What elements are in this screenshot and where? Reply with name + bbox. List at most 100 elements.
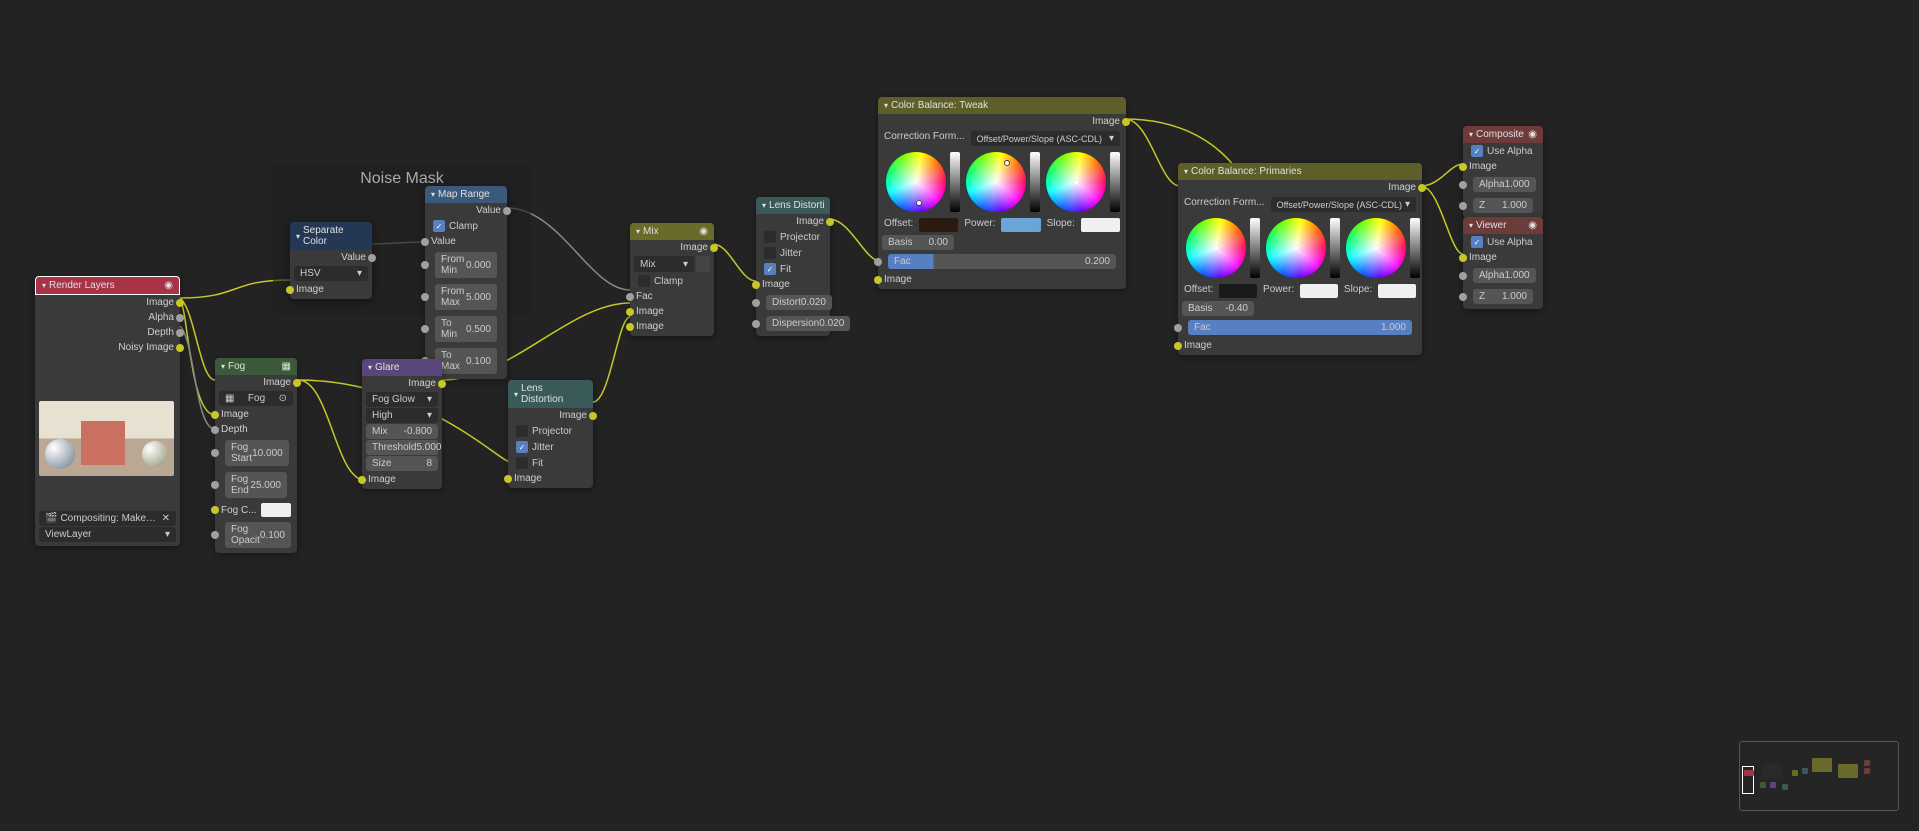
fac-slider[interactable]: Fac1.000 [1188,320,1412,335]
socket-out-noisy[interactable] [176,344,184,352]
socket-in-z[interactable] [1459,202,1467,210]
shield-icon[interactable]: ⊙ [279,393,287,404]
slope-swatch[interactable] [1081,218,1120,232]
socket-out-alpha[interactable] [176,314,184,322]
viewlayer-dropdown[interactable]: ViewLayer▾ [39,527,176,542]
socket-in-value[interactable] [421,238,429,246]
fit-checkbox[interactable]: Fit [756,261,830,277]
mix-field[interactable]: Mix-0.800 [366,424,438,439]
jitter-checkbox[interactable]: Jitter [508,439,593,455]
socket-in-fogcolor[interactable] [211,506,219,514]
slope-value-slider[interactable] [1410,218,1420,278]
socket-in-image[interactable] [1459,254,1467,262]
from-max-field[interactable]: From Max5.000 [435,284,497,310]
fog-opacity-field[interactable]: Fog Opacit0.100 [225,522,291,548]
socket-in-frommax[interactable] [421,293,429,301]
node-composite[interactable]: ▾Composite◉ Use Alpha Image Alpha1.000 Z… [1463,126,1543,218]
projector-checkbox[interactable]: Projector [756,229,830,245]
use-alpha-checkbox[interactable]: Use Alpha [1463,143,1543,159]
power-value-slider[interactable] [1030,152,1040,212]
mix-mode-dropdown[interactable]: Mix▾ [634,256,694,272]
socket-in-image[interactable] [358,476,366,484]
socket-out-image[interactable] [710,244,718,252]
slope-value-slider[interactable] [1110,152,1120,212]
socket-in-image[interactable] [286,286,294,294]
threshold-field[interactable]: Threshold5.000 [366,440,438,455]
formula-dropdown[interactable]: Offset/Power/Slope (ASC-CDL)▾ [971,131,1120,146]
slope-swatch[interactable] [1378,284,1416,298]
socket-in-image[interactable] [874,276,882,284]
power-value-slider[interactable] [1330,218,1340,278]
slope-color-wheel[interactable] [1346,218,1406,278]
fog-start-field[interactable]: Fog Start10.000 [225,440,289,466]
socket-out-image[interactable] [826,218,834,226]
node-lens-distortion-1[interactable]: ▾Lens Distortion Image Projector Jitter … [508,380,593,488]
socket-out-image[interactable] [293,379,301,387]
dispersion-field[interactable]: Dispersion0.020 [766,316,850,331]
socket-in-fac[interactable] [626,293,634,301]
to-max-field[interactable]: To Max0.100 [435,348,497,374]
fog-end-field[interactable]: Fog End25.000 [225,472,287,498]
clamp-checkbox[interactable]: Clamp [425,218,507,234]
node-color-balance-tweak[interactable]: ▾Color Balance: Tweak Image Correction F… [878,97,1126,289]
socket-in-fac[interactable] [874,258,882,266]
socket-in-image[interactable] [504,475,512,483]
offset-value-slider[interactable] [1250,218,1260,278]
socket-in-image[interactable] [1459,163,1467,171]
socket-out-image[interactable] [1418,184,1426,192]
basis-field[interactable]: Basis0.00 [882,235,954,250]
power-swatch[interactable] [1300,284,1338,298]
close-icon[interactable]: ✕ [162,513,170,524]
offset-color-wheel[interactable] [1186,218,1246,278]
glare-quality-dropdown[interactable]: High▾ [366,408,438,423]
distort-field[interactable]: Distort0.020 [766,295,832,310]
fog-color-swatch[interactable] [261,503,291,517]
socket-out-value[interactable] [368,254,376,262]
socket-in-image2[interactable] [626,323,634,331]
power-swatch[interactable] [1001,218,1040,232]
alpha-field[interactable]: Alpha1.000 [1473,177,1536,192]
offset-swatch[interactable] [1219,284,1257,298]
socket-in-fac[interactable] [1174,324,1182,332]
projector-checkbox[interactable]: Projector [508,423,593,439]
node-lens-distortion-2[interactable]: ▾Lens Distortion Image Projector Jitter … [756,197,830,336]
socket-in-fogstart[interactable] [211,449,219,457]
power-color-wheel[interactable] [966,152,1026,212]
z-field[interactable]: Z1.000 [1473,198,1533,213]
socket-in-image[interactable] [1174,342,1182,350]
socket-in-image1[interactable] [626,308,634,316]
mode-dropdown[interactable]: HSV▾ [294,266,368,281]
node-render-layers[interactable]: ▾Render Layers◉ Image Alpha Depth Noisy … [35,276,180,546]
socket-in-alpha[interactable] [1459,181,1467,189]
socket-in-frommin[interactable] [421,261,429,269]
node-glare[interactable]: ▾Glare Image Fog Glow▾ High▾ Mix-0.800 T… [362,359,442,489]
socket-in-fogend[interactable] [211,481,219,489]
socket-in-z[interactable] [1459,293,1467,301]
socket-out-value[interactable] [503,207,511,215]
to-min-field[interactable]: To Min0.500 [435,316,497,342]
node-map-range[interactable]: ▾Map Range Value Clamp Value From Min0.0… [425,186,507,379]
offset-color-wheel[interactable] [886,152,946,212]
socket-out-image[interactable] [438,380,446,388]
jitter-checkbox[interactable]: Jitter [756,245,830,261]
minimap[interactable] [1739,741,1899,811]
group-icon[interactable]: ▦ [282,361,291,372]
node-fog[interactable]: ▾Fog▦ Image ▦Fog⊙ Image Depth Fog Start1… [215,358,297,553]
socket-out-image[interactable] [589,412,597,420]
glare-type-dropdown[interactable]: Fog Glow▾ [366,392,438,407]
power-color-wheel[interactable] [1266,218,1326,278]
z-field[interactable]: Z1.000 [1473,289,1533,304]
socket-in-dispersion[interactable] [752,320,760,328]
nodegroup-selector[interactable]: ▦Fog⊙ [219,391,293,406]
use-alpha-checkbox[interactable]: Use Alpha [1463,234,1543,250]
node-color-balance-primaries[interactable]: ▾Color Balance: Primaries Image Correcti… [1178,163,1422,355]
fit-checkbox[interactable]: Fit [508,455,593,471]
socket-in-alpha[interactable] [1459,272,1467,280]
formula-dropdown[interactable]: Offset/Power/Slope (ASC-CDL)▾ [1271,197,1416,212]
alpha-field[interactable]: Alpha1.000 [1473,268,1536,283]
basis-field[interactable]: Basis-0.40 [1182,301,1254,316]
socket-in-depth[interactable] [211,426,219,434]
size-field[interactable]: Size8 [366,456,438,471]
socket-in-tomin[interactable] [421,325,429,333]
socket-out-depth[interactable] [176,329,184,337]
